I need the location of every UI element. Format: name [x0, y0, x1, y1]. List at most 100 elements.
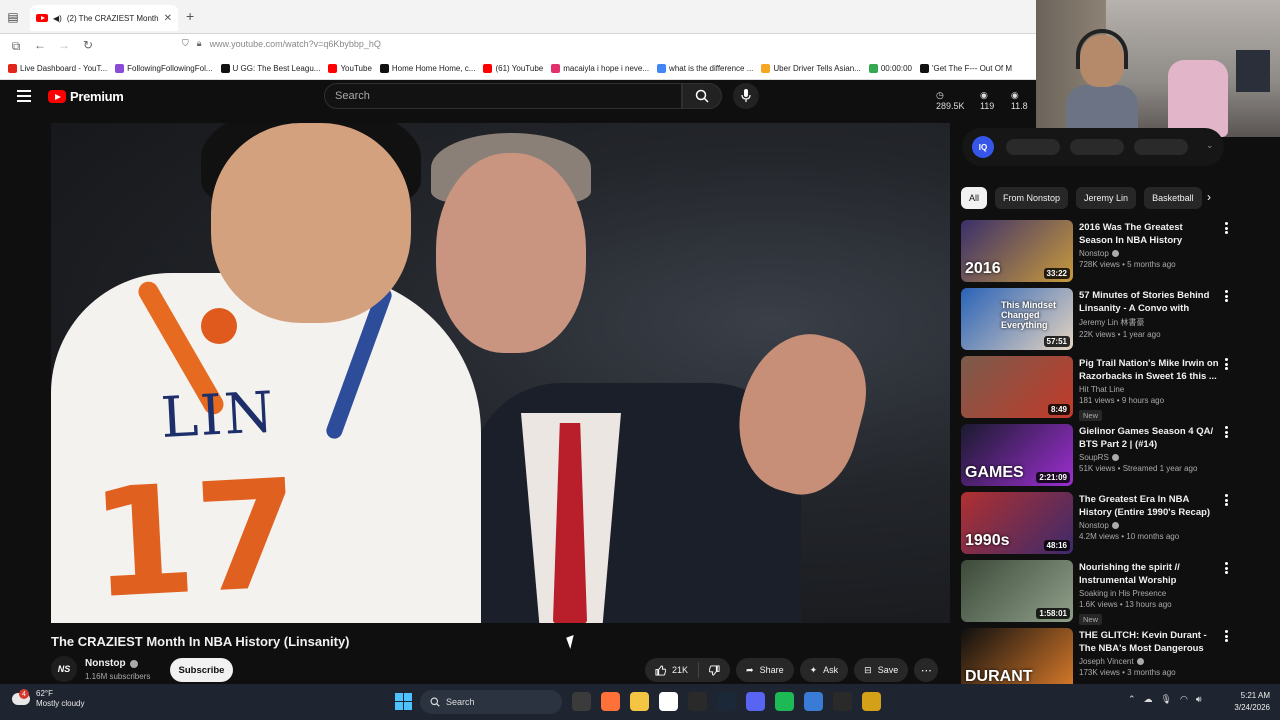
- cloud-sync-icon[interactable]: ☁: [1144, 694, 1153, 705]
- ai-option-3[interactable]: [1134, 139, 1188, 155]
- reload-icon[interactable]: ↻: [76, 38, 100, 52]
- recommendation-channel[interactable]: Jeremy Lin 林書豪: [1079, 317, 1219, 328]
- more-actions-button[interactable]: ⋯: [914, 658, 939, 682]
- recommendation-channel[interactable]: Nonstop: [1079, 521, 1219, 530]
- bookmark-item[interactable]: 'Get The F--- Out Of M: [919, 64, 1012, 73]
- taskbar-app-icon[interactable]: [688, 692, 707, 711]
- bookmark-item[interactable]: (61) YouTube: [483, 64, 543, 73]
- bookmark-item[interactable]: Live Dashboard - YouT...: [8, 64, 107, 73]
- recommendation-channel[interactable]: Soaking in His Presence: [1079, 589, 1219, 598]
- search-input[interactable]: Search: [324, 83, 682, 109]
- filter-chip[interactable]: All: [961, 187, 988, 209]
- url-field[interactable]: www.youtube.com/watch?v=q6Kbybbp_hQ: [210, 39, 381, 49]
- more-options-icon[interactable]: [1223, 222, 1229, 234]
- chevron-down-icon[interactable]: ⌄: [1206, 140, 1214, 151]
- workspace-icon[interactable]: ⧉: [4, 39, 28, 54]
- recommendation-item[interactable]: 1990s 48:16 The Greatest Era In NBA Histor…: [961, 492, 1231, 560]
- wifi-icon[interactable]: ◠: [1180, 694, 1188, 705]
- lock-icon[interactable]: 🔒︎: [197, 38, 202, 49]
- recommendation-title[interactable]: 57 Minutes of Stories Behind Linsanity -…: [1079, 289, 1219, 315]
- channel-name[interactable]: Nonstop: [85, 658, 138, 669]
- browser-tab-active[interactable]: ◀) (2) The CRAZIEST Month In ✕: [30, 5, 178, 31]
- like-button[interactable]: 21K: [645, 662, 700, 678]
- subscribe-button[interactable]: Subscribe: [170, 658, 233, 682]
- windows-start-icon[interactable]: [395, 693, 412, 710]
- speaker-icon[interactable]: 🔊︎: [1196, 694, 1202, 705]
- recommendation-item[interactable]: This Mindset Changed Everything 57:51 57 M…: [961, 288, 1231, 356]
- share-button[interactable]: ➦ Share: [736, 658, 794, 682]
- taskbar-app-icon[interactable]: [862, 692, 881, 711]
- microphone-icon[interactable]: 🎙︎: [1161, 694, 1172, 705]
- search-button[interactable]: [682, 83, 722, 109]
- ai-option-1[interactable]: [1006, 139, 1060, 155]
- recommendation-item[interactable]: 8:49 Pig Trail Nation's Mike Irwin on Raz…: [961, 356, 1231, 424]
- recommendation-title[interactable]: Pig Trail Nation's Mike Irwin on Razorba…: [1079, 357, 1219, 383]
- recommendation-channel[interactable]: Joseph Vincent: [1079, 657, 1219, 666]
- voice-search-button[interactable]: [733, 83, 759, 109]
- recommendation-title[interactable]: THE GLITCH: Kevin Durant - The NBA's Mos…: [1079, 629, 1219, 655]
- recommendation-channel[interactable]: Nonstop: [1079, 249, 1219, 258]
- bookmark-item[interactable]: YouTube: [328, 64, 372, 73]
- ai-option-2[interactable]: [1070, 139, 1124, 155]
- ask-button[interactable]: ✦ Ask: [799, 658, 849, 682]
- bookmark-item[interactable]: FollowingFollowingFol...: [115, 64, 213, 73]
- back-icon[interactable]: ←: [28, 38, 52, 52]
- more-options-icon[interactable]: [1223, 358, 1229, 370]
- forward-icon[interactable]: →: [52, 38, 76, 52]
- menu-icon[interactable]: [17, 90, 31, 102]
- video-thumbnail[interactable]: 2016 33:22: [961, 220, 1073, 282]
- more-options-icon[interactable]: [1223, 630, 1229, 642]
- video-thumbnail[interactable]: DURANT: [961, 628, 1073, 690]
- recommendation-title[interactable]: The Greatest Era In NBA History (Entire …: [1079, 493, 1219, 519]
- bookmark-item[interactable]: 00:00:00: [868, 64, 912, 73]
- tab-close-icon[interactable]: ✕: [164, 13, 172, 24]
- system-clock[interactable]: 5:21 AM 3/24/2026: [1226, 690, 1270, 714]
- taskbar-app-icon[interactable]: [775, 692, 794, 711]
- recommendation-item[interactable]: GAMES 2:21:09 Gielinor Games Season 4 QA/ …: [961, 424, 1231, 492]
- recommendation-channel[interactable]: Hit That Line: [1079, 385, 1219, 394]
- audio-icon[interactable]: ◀): [53, 14, 62, 23]
- taskbar-app-icon[interactable]: [630, 692, 649, 711]
- video-player[interactable]: LIN 17: [51, 123, 950, 623]
- recommendation-channel[interactable]: SoupRS: [1079, 453, 1219, 462]
- channel-avatar[interactable]: NS: [51, 656, 77, 682]
- filter-chip[interactable]: Basketball: [1144, 187, 1202, 209]
- taskbar-app-icon[interactable]: [833, 692, 852, 711]
- video-thumbnail[interactable]: This Mindset Changed Everything 57:51: [961, 288, 1073, 350]
- chevron-right-icon[interactable]: ›: [1207, 190, 1211, 204]
- weather-widget[interactable]: 4 62°F Mostly cloudy: [12, 689, 84, 709]
- recommendation-item[interactable]: 2016 33:22 2016 Was The Greatest Season In…: [961, 220, 1231, 288]
- filter-chip[interactable]: Jeremy Lin: [1076, 187, 1137, 209]
- taskbar-search[interactable]: Search: [420, 690, 562, 714]
- bookmark-item[interactable]: Home Home Home, c...: [379, 64, 475, 73]
- more-options-icon[interactable]: [1223, 426, 1229, 438]
- more-options-icon[interactable]: [1223, 562, 1229, 574]
- recommendation-title[interactable]: 2016 Was The Greatest Season In NBA Hist…: [1079, 221, 1219, 247]
- recommendation-title[interactable]: Gielinor Games Season 4 QA/ BTS Part 2 |…: [1079, 425, 1219, 451]
- video-thumbnail[interactable]: 1:58:01: [961, 560, 1073, 622]
- bookmark-item[interactable]: macaiyla i hope i neve...: [551, 64, 649, 73]
- recommendation-item[interactable]: 1:58:01 Nourishing the spirit // Instrume…: [961, 560, 1231, 628]
- new-tab-button[interactable]: +: [186, 8, 194, 24]
- taskbar-app-icon[interactable]: [572, 692, 591, 711]
- tab-actions-icon[interactable]: ▤: [0, 0, 26, 34]
- more-options-icon[interactable]: [1223, 290, 1229, 302]
- taskbar-app-icon[interactable]: [601, 692, 620, 711]
- video-thumbnail[interactable]: 8:49: [961, 356, 1073, 418]
- filter-chip[interactable]: From Nonstop: [995, 187, 1069, 209]
- youtube-premium-logo[interactable]: Premium: [48, 89, 124, 104]
- video-thumbnail[interactable]: GAMES 2:21:09: [961, 424, 1073, 486]
- bookmark-item[interactable]: U GG: The Best Leagu...: [220, 64, 320, 73]
- taskbar-app-icon[interactable]: [659, 692, 678, 711]
- tracking-shield-icon[interactable]: ⛉: [182, 38, 189, 49]
- ai-assistant-logo[interactable]: IQ: [972, 136, 994, 158]
- dislike-button[interactable]: [699, 664, 730, 676]
- video-thumbnail[interactable]: 1990s 48:16: [961, 492, 1073, 554]
- more-options-icon[interactable]: [1223, 494, 1229, 506]
- save-button[interactable]: ⊟ Save: [854, 658, 909, 682]
- bookmark-item[interactable]: Uber Driver Tells Asian...: [761, 64, 861, 73]
- taskbar-app-icon[interactable]: [804, 692, 823, 711]
- recommendation-title[interactable]: Nourishing the spirit // Instrumental Wo…: [1079, 561, 1219, 587]
- chevron-up-icon[interactable]: ⌃: [1128, 694, 1136, 705]
- taskbar-app-icon[interactable]: [717, 692, 736, 711]
